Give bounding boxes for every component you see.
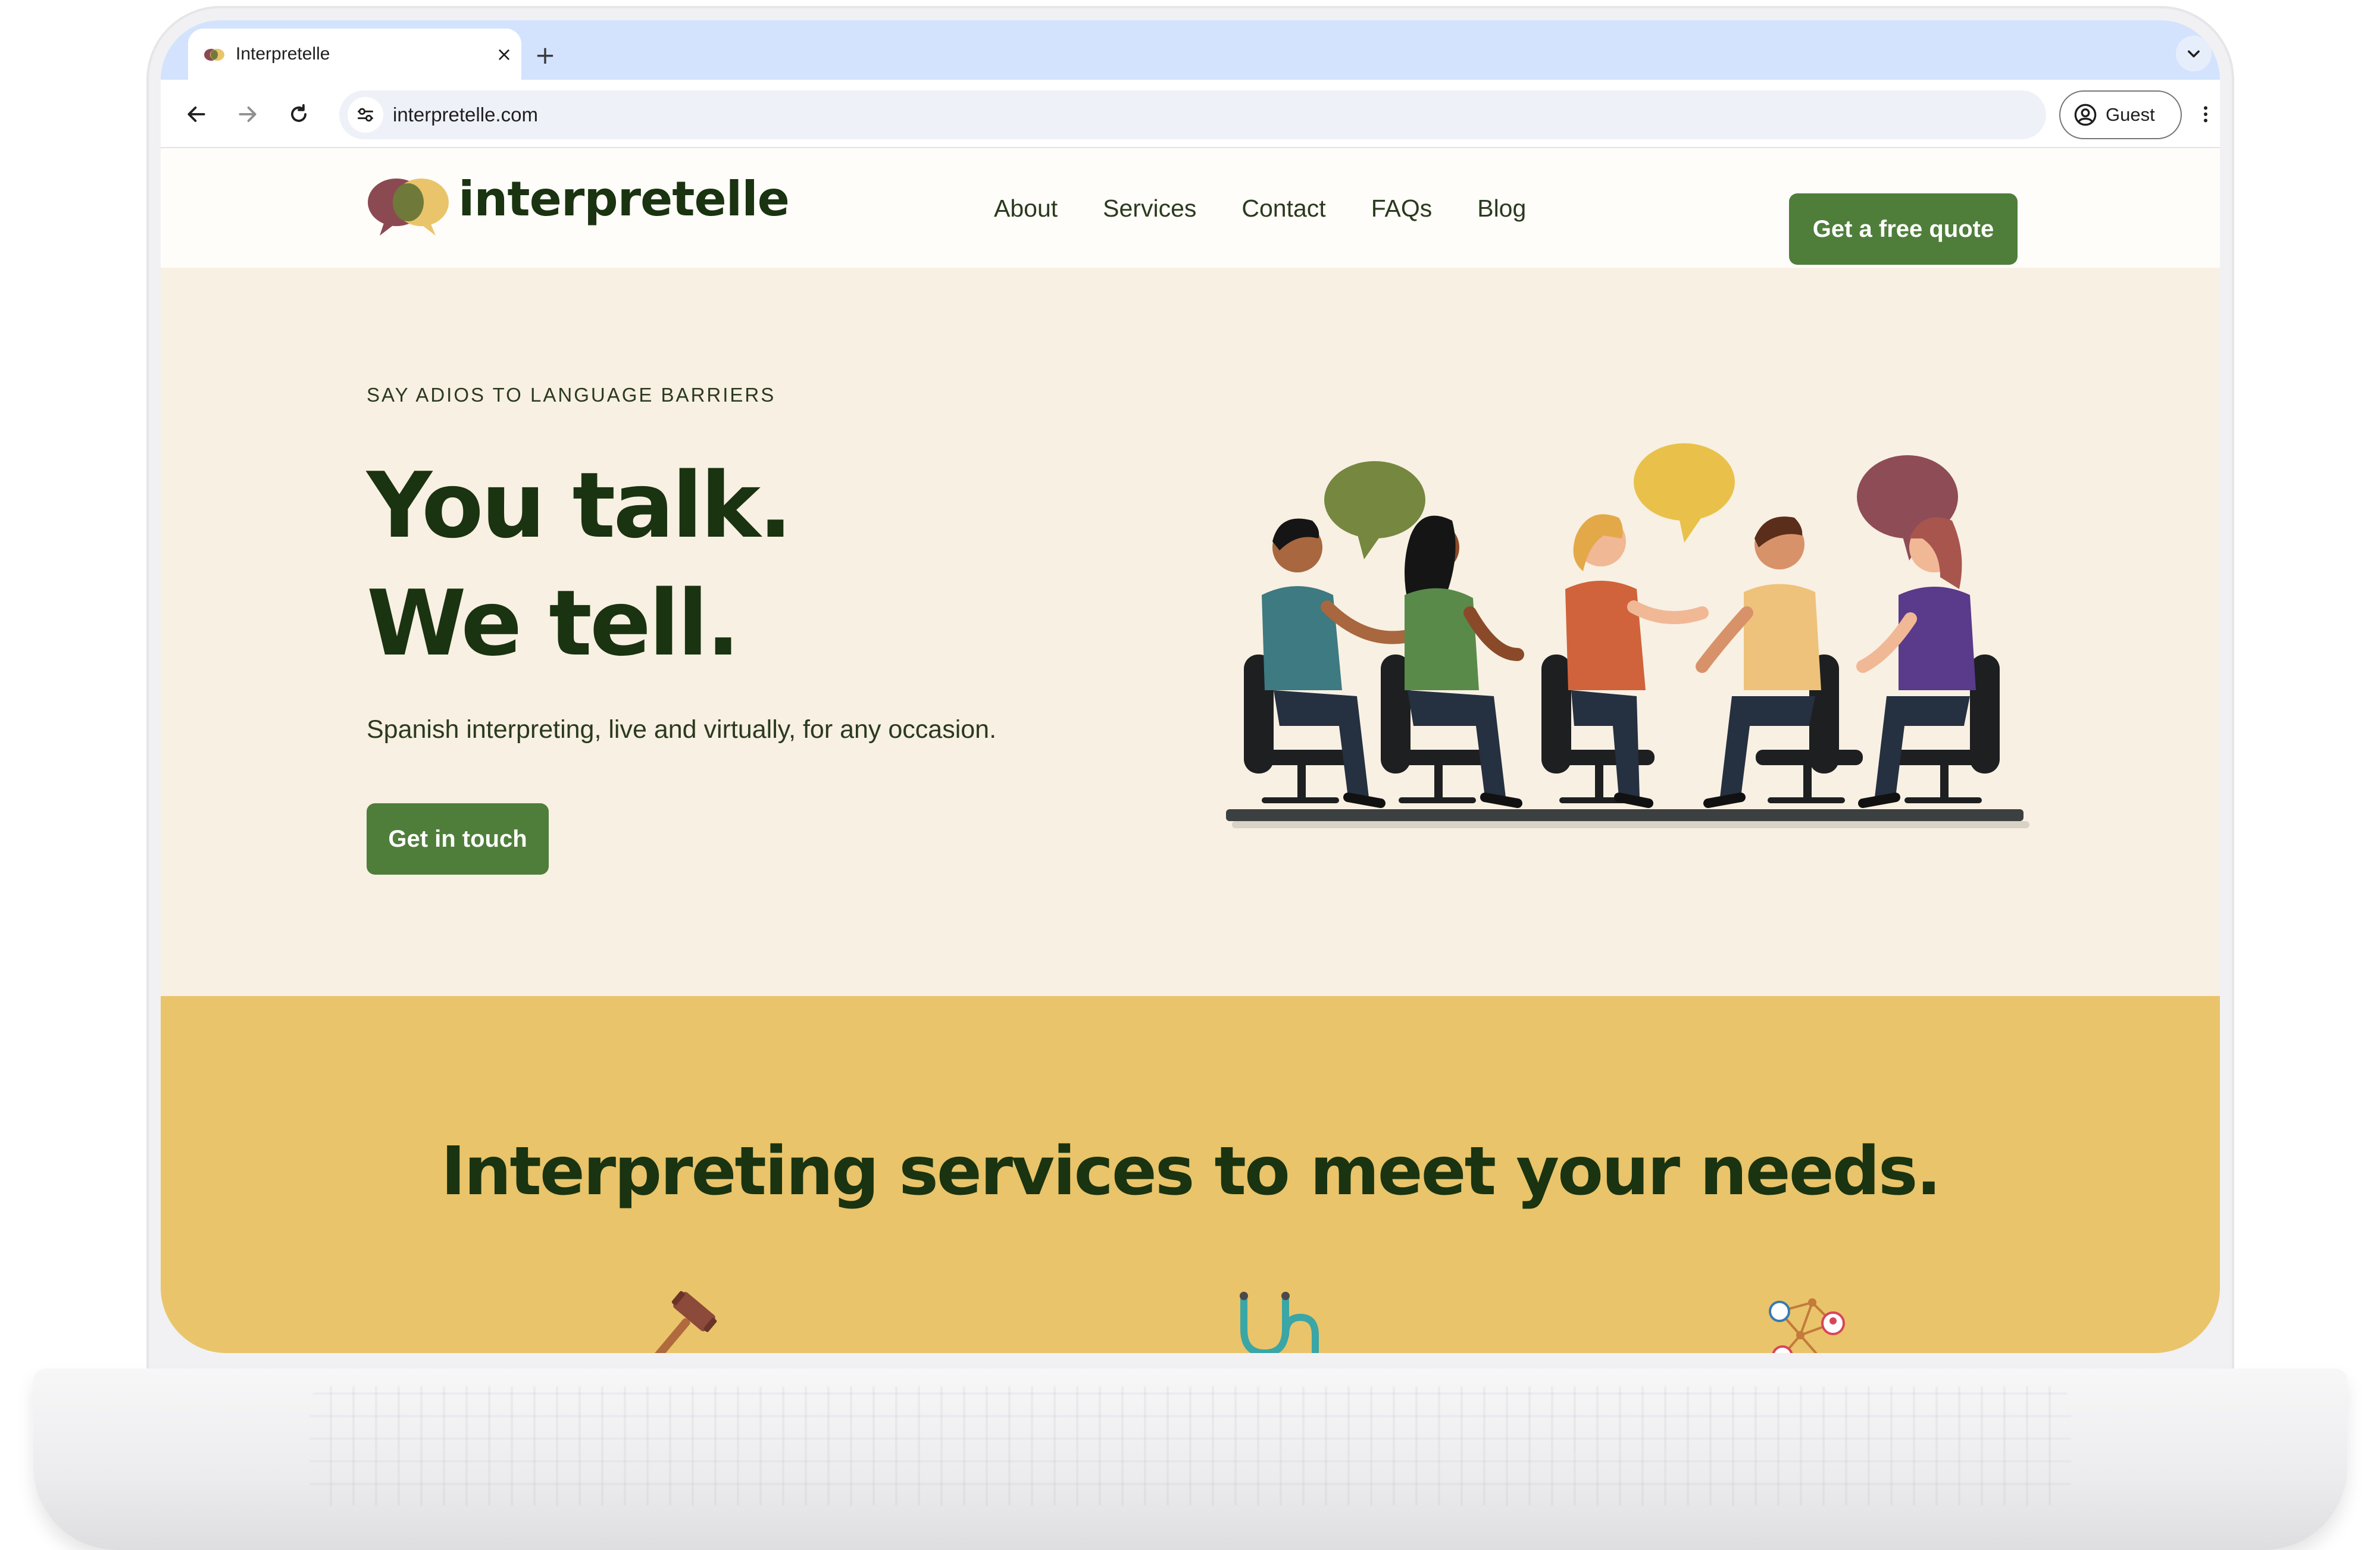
gavel-icon [652,1291,717,1353]
favicon-icon [204,49,224,61]
tab-title: Interpretelle [236,44,330,64]
stethoscope-icon [1240,1292,1319,1353]
site-info-button[interactable] [348,97,383,133]
browser-tab[interactable]: Interpretelle × [188,29,521,80]
nav-services[interactable]: Services [1103,195,1196,223]
new-tab-icon[interactable]: + [530,39,561,70]
hero-subheading: Spanish interpreting, live and virtually… [367,715,997,744]
get-free-quote-button[interactable]: Get a free quote [1789,193,2018,265]
services-section: Interpreting services to meet your needs… [161,996,2220,1353]
nav-faqs[interactable]: FAQs [1371,195,1433,223]
tune-icon [358,108,373,122]
nav-about[interactable]: About [994,195,1058,223]
tab-search-button[interactable] [2176,36,2212,71]
site-header: interpretelle About Services Contact FAQ… [161,149,2220,268]
address-bar[interactable]: interpretelle.com [339,90,2046,139]
hero-headline-line-1: You talk. [367,453,793,558]
browser-tab-strip: Interpretelle × + [161,20,2220,80]
reload-button[interactable] [281,96,317,132]
logo-wordmark[interactable]: interpretelle [458,167,790,232]
back-arrow-icon [187,107,205,122]
account-circle-icon [2074,104,2097,126]
browser-menu-button[interactable] [2188,96,2220,132]
profile-label: Guest [2106,104,2155,125]
forward-arrow-icon [239,107,257,122]
laptop-screen: Interpretelle × + interpretelle.com Gues… [161,20,2220,1353]
laptop-keyboard [309,1386,2071,1505]
profile-button[interactable]: Guest [2059,90,2182,139]
more-vert-icon [2204,106,2207,123]
back-button[interactable] [179,96,214,132]
services-title: Interpreting services to meet your needs… [440,1133,1941,1210]
hero-headline-line-2: We tell. [367,571,740,676]
browser-toolbar: interpretelle.com Guest [161,80,2220,148]
network-people-icon [1769,1298,1845,1353]
forward-button[interactable] [230,96,265,132]
address-bar-url: interpretelle.com [393,104,538,126]
main-nav: About Services Contact FAQs Blog [994,149,1526,268]
logo-icon[interactable] [367,174,450,239]
reload-icon [291,104,307,122]
hero-eyebrow: SAY ADIOS TO LANGUAGE BARRIERS [367,384,776,406]
nav-blog[interactable]: Blog [1477,195,1526,223]
nav-contact[interactable]: Contact [1241,195,1325,223]
chevron-down-icon [2188,50,2200,58]
get-in-touch-button[interactable]: Get in touch [367,803,549,875]
tab-close-icon[interactable]: × [492,42,517,67]
conversation-illustration [1226,443,2029,828]
hero-section: SAY ADIOS TO LANGUAGE BARRIERS You talk.… [161,268,2220,996]
